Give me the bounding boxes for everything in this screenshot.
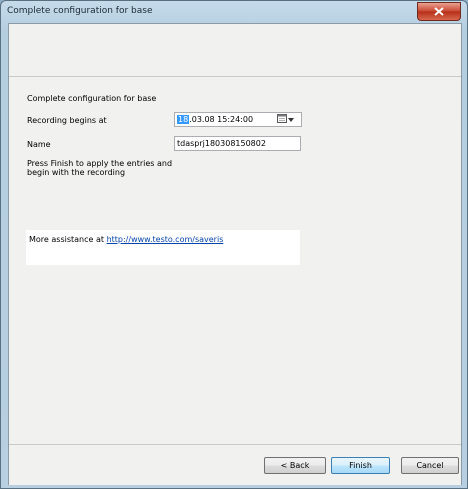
datetime-dropdown-button[interactable] <box>277 113 297 127</box>
recording-begins-label: Recording begins at <box>27 116 107 125</box>
dialog-body: Complete configuration for base Recordin… <box>8 23 462 485</box>
datetime-day-segment[interactable]: 18 <box>177 115 190 124</box>
recording-datetime-picker[interactable]: 18.03.08 15:24:00 <box>174 112 302 127</box>
datetime-rest: .03.08 15:24:00 <box>189 115 254 124</box>
back-button[interactable]: < Back <box>264 457 326 474</box>
dialog-window: Complete configuration for base Complete… <box>0 0 468 489</box>
cancel-button[interactable]: Cancel <box>401 457 459 474</box>
finish-instruction: Press Finish to apply the entries and be… <box>27 159 173 177</box>
section-heading: Complete configuration for base <box>27 94 157 103</box>
header-band <box>9 24 461 77</box>
close-icon <box>434 7 444 16</box>
close-button[interactable] <box>417 2 461 21</box>
name-label: Name <box>27 140 51 149</box>
title-bar[interactable]: Complete configuration for base <box>1 1 467 22</box>
assistance-prefix: More assistance at <box>29 235 107 244</box>
finish-button[interactable]: Finish <box>331 457 390 474</box>
window-title: Complete configuration for base <box>7 6 153 16</box>
assistance-text: More assistance at http://www.testo.com/… <box>29 235 223 244</box>
chevron-down-icon <box>288 113 294 126</box>
calendar-icon <box>277 113 287 127</box>
assistance-box: More assistance at http://www.testo.com/… <box>26 230 300 265</box>
name-input[interactable]: tdasprj180308150802 <box>174 136 301 151</box>
assistance-link[interactable]: http://www.testo.com/saveris <box>107 235 224 244</box>
button-bar: < Back Finish Cancel <box>9 444 461 485</box>
